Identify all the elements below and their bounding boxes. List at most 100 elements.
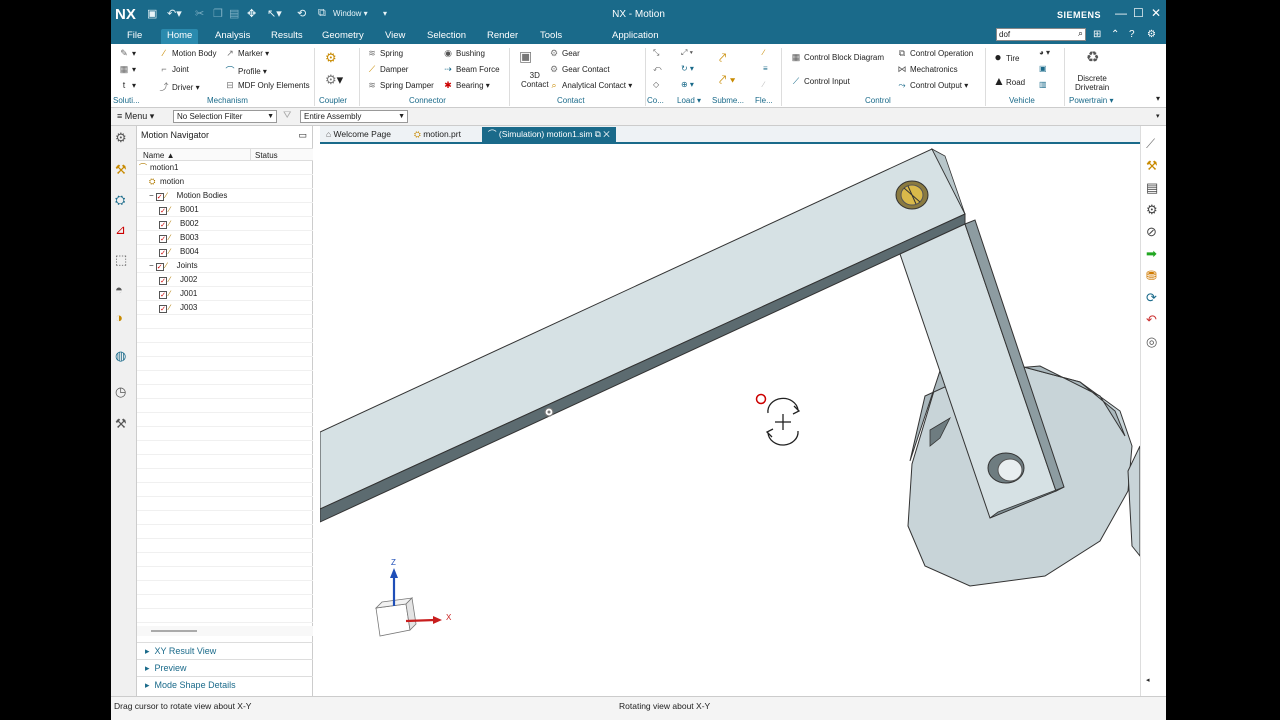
motion-navigator-icon[interactable]: ⚒: [115, 162, 127, 178]
visibility-checkbox[interactable]: ✓: [159, 291, 167, 299]
xy-result-view-panel[interactable]: ▸ XY Result View: [137, 642, 313, 659]
search-icon[interactable]: ⌕: [1078, 28, 1083, 39]
group-co[interactable]: Co...: [647, 96, 664, 105]
control-input-button[interactable]: ⟋ Control Input: [791, 76, 850, 87]
command-finder-input[interactable]: dof ⌕: [996, 28, 1086, 41]
link-b001[interactable]: [320, 148, 966, 523]
reuse-library-icon[interactable]: ◓: [115, 282, 123, 297]
group-solution[interactable]: Soluti...: [113, 96, 140, 105]
hide-icon[interactable]: ⊘: [1146, 224, 1157, 240]
solve-arrow-icon[interactable]: ➡: [1146, 246, 1157, 262]
flexible-disabled-icon[interactable]: ∕: [763, 80, 764, 89]
bushing-button[interactable]: ◉ Bushing: [443, 48, 485, 59]
gear-coupler-icon[interactable]: ⚙▾: [325, 72, 343, 88]
visibility-icon[interactable]: ◎: [1146, 334, 1157, 350]
discrete-drivetrain-button[interactable]: Discrete Drivetrain: [1075, 74, 1109, 92]
visibility-checkbox[interactable]: ✓: [159, 249, 167, 257]
gear-button[interactable]: ⚙ Gear: [549, 48, 580, 59]
visibility-checkbox[interactable]: ✓: [155, 263, 164, 271]
minimize-icon[interactable]: —: [1115, 6, 1127, 20]
vehicle-tool-2-icon[interactable]: ▣: [1039, 64, 1047, 73]
driver-button[interactable]: ⤴ Driver ▾: [159, 80, 199, 93]
mdf-only-elements-button[interactable]: ⊟ MDF Only Elements: [225, 80, 309, 91]
control-block-diagram-button[interactable]: ▦ Control Block Diagram: [791, 52, 884, 63]
tire-button[interactable]: ● Tire: [993, 50, 1019, 64]
selbar-expand-icon[interactable]: ▾: [1156, 112, 1160, 120]
group-load[interactable]: Load ▾: [677, 96, 701, 105]
tree-row[interactable]: − ✓ ∕ Joints: [137, 259, 313, 273]
pin-icon[interactable]: ⧉: [595, 129, 601, 139]
web-browser-icon[interactable]: ◍: [115, 348, 126, 364]
tab-render[interactable]: Render: [481, 29, 524, 44]
marker-button[interactable]: ↗ Marker ▾: [225, 48, 269, 59]
road-button[interactable]: ▲Road: [993, 74, 1025, 88]
tree-row[interactable]: ⛭ motion: [137, 175, 313, 189]
ribbon-options-icon[interactable]: ⊞: [1093, 29, 1101, 40]
column-status[interactable]: Status: [255, 151, 278, 160]
submechanism-2-icon[interactable]: ⤤ ▾: [719, 72, 735, 88]
part-navigator-icon[interactable]: ⬚: [115, 252, 127, 268]
scroll-left-icon[interactable]: ◂: [1146, 676, 1150, 684]
tab-welcome-page[interactable]: ⌂ Welcome Page: [320, 127, 397, 143]
tab-results[interactable]: Results: [265, 29, 309, 44]
3d-contact-button[interactable]: 3D Contact: [521, 71, 549, 89]
expand-toggle-icon[interactable]: −: [149, 191, 154, 200]
profile-button[interactable]: ⌒ Profile ▾: [225, 64, 266, 77]
tab-file[interactable]: File: [121, 29, 148, 44]
help-icon[interactable]: ?: [1129, 29, 1135, 40]
graph-icon[interactable]: ⊿: [115, 222, 126, 238]
tree-row[interactable]: ✓ ∕ B001: [137, 203, 313, 217]
point-on-surface-icon[interactable]: ◇: [653, 80, 659, 89]
tree-row[interactable]: − ✓ ∕ Motion Bodies: [137, 189, 313, 203]
expand-toggle-icon[interactable]: −: [149, 261, 154, 270]
tab-analysis[interactable]: Analysis: [209, 29, 256, 44]
group-powertrain[interactable]: Powertrain ▾: [1069, 96, 1114, 105]
close-tab-icon[interactable]: ✕: [603, 129, 609, 139]
tab-home[interactable]: Home: [161, 29, 199, 44]
spring-button[interactable]: ≋ Spring: [367, 48, 403, 59]
view-triad[interactable]: [374, 568, 442, 637]
visibility-checkbox[interactable]: ✓: [159, 235, 167, 243]
gear-contact-button[interactable]: ⚙ Gear Contact: [549, 64, 610, 75]
maximize-icon[interactable]: ☐: [1133, 6, 1144, 20]
tree-row[interactable]: ✓ ∕ J003: [137, 301, 313, 315]
maximize-panel-icon[interactable]: ▭: [298, 130, 307, 141]
vehicle-tool-1-icon[interactable]: ◕ ▾: [1039, 48, 1050, 57]
tab-tools[interactable]: Tools: [534, 29, 568, 44]
motion-body-icon[interactable]: ⚒: [1146, 158, 1158, 174]
close-icon[interactable]: ✕: [1151, 6, 1161, 20]
vehicle-tool-3-icon[interactable]: ▥: [1039, 80, 1047, 89]
flexible-link-icon[interactable]: ≡: [763, 64, 768, 73]
submechanism-icon[interactable]: ⤤: [719, 50, 726, 66]
3d-contact-icon[interactable]: ▣: [519, 48, 532, 65]
group-submechanism[interactable]: Subme...: [712, 96, 744, 105]
solver-icon[interactable]: ▦ ▾: [119, 64, 136, 75]
animation-icon[interactable]: ⟳: [1146, 290, 1157, 306]
tree-row[interactable]: ✓ ∕ B002: [137, 217, 313, 231]
group-flexible[interactable]: Fle...: [755, 96, 773, 105]
preview-panel[interactable]: ▸ Preview: [137, 659, 313, 676]
point-on-curve-icon[interactable]: ⤺: [653, 64, 662, 74]
role-icon[interactable]: ◑: [115, 310, 123, 325]
table-icon[interactable]: ▤: [1146, 180, 1158, 196]
column-name[interactable]: Name ▲: [143, 151, 174, 160]
history-icon[interactable]: ◷: [115, 384, 126, 400]
menu-button[interactable]: ≡ Menu ▾: [117, 111, 154, 122]
visibility-checkbox[interactable]: ✓: [159, 221, 167, 229]
tab-motion-prt[interactable]: ⛭ motion.prt: [408, 127, 467, 143]
visibility-checkbox[interactable]: ✓: [159, 277, 167, 285]
gear-settings-icon[interactable]: ⚙: [1146, 202, 1158, 218]
control-operation-button[interactable]: ⧉ Control Operation: [897, 48, 973, 59]
joint-button[interactable]: ⌐ Joint: [159, 64, 189, 74]
flexible-body-icon[interactable]: ∕: [763, 48, 764, 57]
damper-button[interactable]: ⟋ Damper: [367, 64, 409, 75]
mechatronics-button[interactable]: ⋈ Mechatronics: [897, 64, 958, 75]
tree-row[interactable]: ✓ ∕ B003: [137, 231, 313, 245]
group-coupler[interactable]: Coupler: [319, 96, 347, 105]
bearing-button[interactable]: ✱ Bearing ▾: [443, 80, 490, 91]
tab-geometry[interactable]: Geometry: [316, 29, 370, 44]
control-output-button[interactable]: ⤳ Control Output ▾: [897, 80, 968, 91]
tree-row[interactable]: ✓ ∕ J002: [137, 273, 313, 287]
mode-shape-details-panel[interactable]: ▸ Mode Shape Details: [137, 676, 313, 693]
joint-pin-j001[interactable]: [895, 180, 929, 210]
